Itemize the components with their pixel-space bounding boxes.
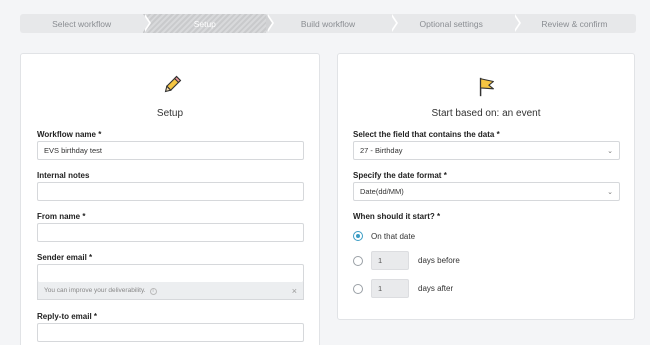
selected-value: 27 - Birthday <box>360 146 403 155</box>
step-review-confirm[interactable]: Review & confirm <box>512 14 637 33</box>
workflow-name-label: Workflow name * <box>37 130 102 139</box>
panel-title: Start based on: an event <box>431 108 541 119</box>
step-optional-settings[interactable]: Optional settings <box>389 14 521 33</box>
option-label: days before <box>418 256 460 265</box>
date-format-select[interactable]: Date(dd/MM) ⌄ <box>353 182 620 201</box>
chevron-down-icon: ⌄ <box>607 147 613 155</box>
workflow-stepper: Select workflow Setup Build workflow Opt… <box>20 14 637 33</box>
option-label: days after <box>418 284 454 293</box>
sender-email-input[interactable] <box>37 264 304 283</box>
from-name-label: From name * <box>37 212 86 221</box>
days-after-input[interactable]: 1 <box>371 279 409 298</box>
step-setup[interactable]: Setup <box>143 14 275 33</box>
when-start-label: When should it start? * <box>353 212 441 221</box>
internal-notes-label: Internal notes <box>37 171 90 180</box>
deliverability-hint: You can improve your deliverability. i × <box>37 282 304 300</box>
step-select-workflow[interactable]: Select workflow <box>20 14 152 33</box>
radio-button[interactable] <box>353 283 363 294</box>
step-arrow <box>143 14 150 32</box>
step-label: Optional settings <box>419 18 483 29</box>
option-label: On that date <box>371 231 416 241</box>
option-days-before[interactable]: 1 days before <box>353 251 460 270</box>
radio-button[interactable] <box>353 255 363 266</box>
chevron-down-icon: ⌄ <box>607 188 613 196</box>
step-arrow <box>512 14 519 32</box>
flag-icon <box>479 77 494 97</box>
info-icon[interactable]: i <box>149 287 157 295</box>
pencil-icon <box>164 75 182 93</box>
from-name-input[interactable] <box>37 223 304 242</box>
setup-panel: Setup Workflow name * EVS birthday test … <box>20 53 320 345</box>
internal-notes-input[interactable] <box>37 182 304 201</box>
step-label: Build workflow <box>300 18 356 29</box>
option-days-after[interactable]: 1 days after <box>353 279 453 298</box>
step-label: Select workflow <box>52 18 112 29</box>
date-format-label: Specify the date format * <box>353 171 447 180</box>
date-field-select[interactable]: 27 - Birthday ⌄ <box>353 141 620 160</box>
selected-value: Date(dd/MM) <box>360 187 404 196</box>
step-label: Review & confirm <box>541 18 608 29</box>
sender-email-label: Sender email * <box>37 253 93 262</box>
panel-title: Setup <box>156 108 184 119</box>
reply-to-email-label: Reply-to email * <box>37 312 98 321</box>
step-build-workflow[interactable]: Build workflow <box>266 14 398 33</box>
option-on-that-date[interactable]: On that date <box>353 231 415 241</box>
step-label: Setup <box>193 18 216 29</box>
days-before-input[interactable]: 1 <box>371 251 409 270</box>
step-arrow <box>266 14 273 32</box>
workflow-name-input[interactable]: EVS birthday test <box>37 141 304 160</box>
close-icon[interactable]: × <box>292 286 297 296</box>
radio-button[interactable] <box>353 231 363 241</box>
reply-to-email-input[interactable] <box>37 323 304 342</box>
hint-text: You can improve your deliverability. <box>44 286 146 294</box>
hint-text-wrap: You can improve your deliverability. i <box>44 287 157 295</box>
step-arrow <box>389 14 396 32</box>
event-trigger-panel: Start based on: an event Select the fiel… <box>337 53 635 320</box>
date-field-label: Select the field that contains the data … <box>353 130 500 139</box>
